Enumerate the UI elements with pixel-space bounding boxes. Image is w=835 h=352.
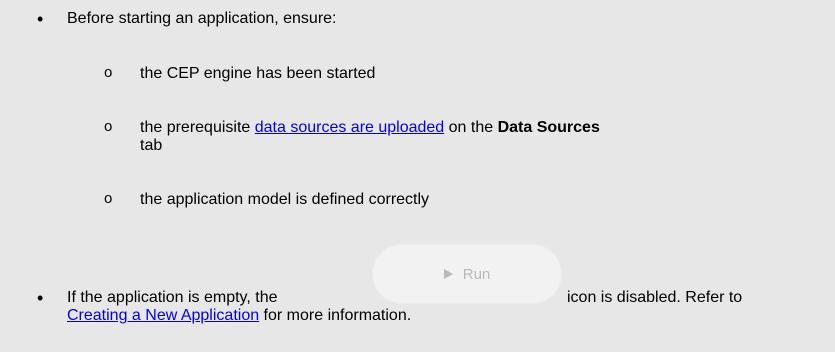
bullet-text-if-empty-suffix: icon is disabled. Refer to: [567, 289, 743, 306]
run-button-label: Run: [462, 265, 491, 283]
sub-item-tab-word: tab: [140, 137, 163, 154]
sub-item-prefix: the prerequisite: [140, 119, 255, 136]
sub-item-middle: on the: [444, 119, 498, 136]
creating-new-application-link[interactable]: Creating a New Application: [67, 307, 259, 324]
sub-bullet-marker: o: [104, 64, 113, 81]
more-information-text: for more information.: [259, 307, 412, 324]
data-sources-uploaded-link[interactable]: data sources are uploaded: [255, 119, 444, 136]
sub-item-data-sources: the prerequisite data sources are upload…: [140, 119, 600, 137]
bullet-marker: •: [37, 288, 44, 308]
data-sources-bold-label: Data Sources: [497, 119, 600, 136]
run-button: Run: [372, 244, 562, 304]
bullet-marker: •: [37, 9, 44, 29]
sub-item-application-model: the application model is defined correct…: [140, 191, 430, 208]
sub-bullet-marker: o: [104, 118, 113, 135]
sub-item-cep-engine: the CEP engine has been started: [140, 65, 376, 82]
bullet-text-refer-line: Creating a New Application for more info…: [67, 307, 411, 325]
bullet-text-if-empty-prefix: If the application is empty, the: [67, 289, 278, 306]
play-icon: [443, 269, 453, 279]
sub-bullet-marker: o: [104, 190, 113, 207]
bullet-text-before-starting: Before starting an application, ensure:: [67, 10, 337, 27]
